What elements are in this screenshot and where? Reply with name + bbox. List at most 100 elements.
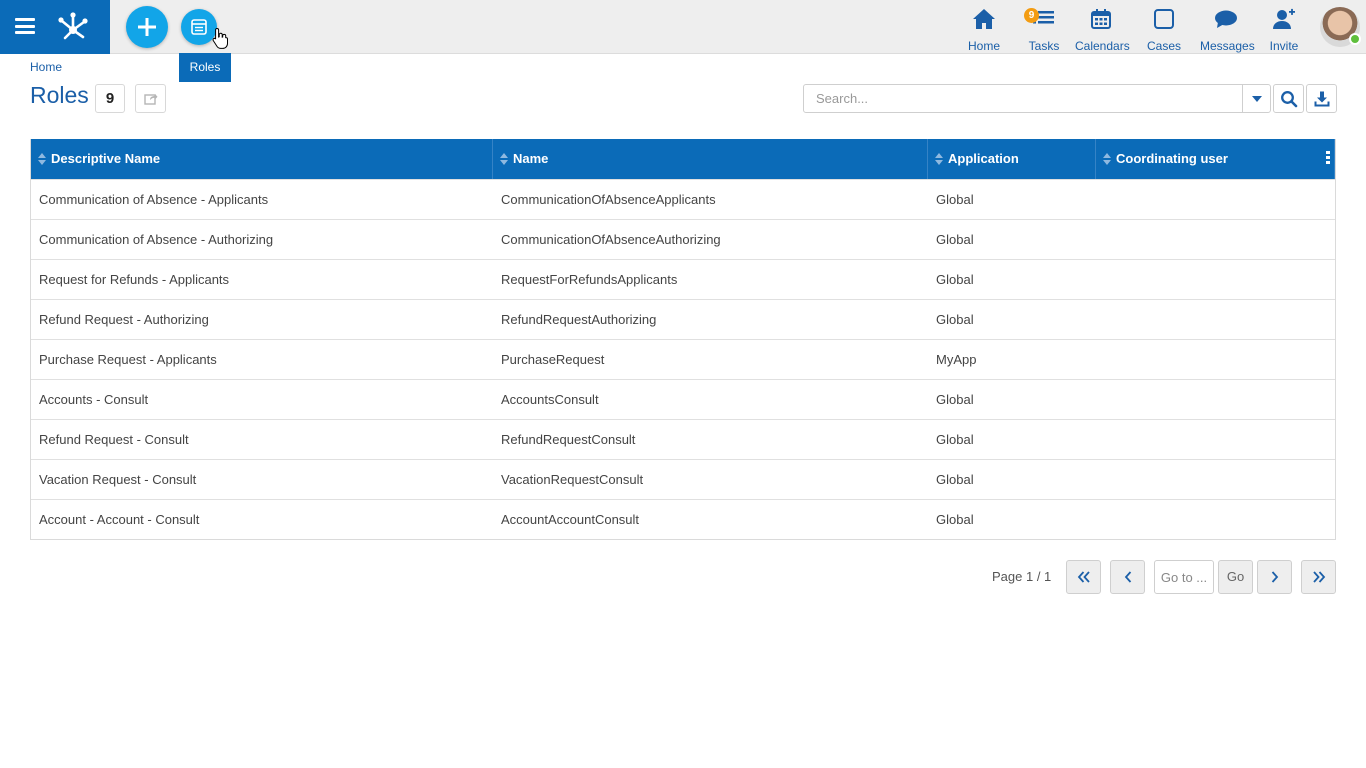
table-row[interactable]: Refund Request - Consult RefundRequestCo… (31, 419, 1335, 459)
table-row[interactable]: Vacation Request - Consult VacationReque… (31, 459, 1335, 499)
sort-icon (38, 153, 46, 165)
cell-name: CommunicationOfAbsenceApplicants (501, 192, 716, 207)
nav-messages[interactable]: Messages (1200, 6, 1255, 53)
online-status-icon (1349, 33, 1361, 45)
column-header-descriptive-name[interactable]: Descriptive Name (31, 139, 493, 179)
go-to-page-input[interactable] (1154, 560, 1214, 594)
column-header-name[interactable]: Name (493, 139, 928, 179)
cell-coordinating-user (1096, 500, 1335, 539)
chevron-right-icon (1271, 571, 1278, 583)
cell-coordinating-user (1096, 260, 1335, 299)
messages-icon (1215, 10, 1237, 28)
cell-descriptive-name: Request for Refunds - Applicants (39, 272, 230, 287)
sort-icon (1103, 153, 1111, 165)
previous-page-button[interactable] (1110, 560, 1145, 594)
cell-descriptive-name: Communication of Absence - Authorizing (39, 232, 274, 247)
cell-descriptive-name: Accounts - Consult (39, 392, 149, 407)
menu-icon[interactable] (15, 18, 35, 34)
search-icon (1280, 90, 1297, 107)
table-row[interactable]: Communication of Absence - Applicants Co… (31, 179, 1335, 219)
cell-application: Global (936, 272, 974, 287)
cell-coordinating-user (1096, 300, 1335, 339)
cell-coordinating-user (1096, 340, 1335, 379)
double-chevron-right-icon (1312, 571, 1325, 583)
cell-descriptive-name: Purchase Request - Applicants (39, 352, 217, 367)
chevron-left-icon (1124, 571, 1131, 583)
download-button[interactable] (1306, 84, 1337, 113)
cell-coordinating-user (1096, 460, 1335, 499)
cell-coordinating-user (1096, 420, 1335, 459)
cell-application: Global (936, 192, 974, 207)
cell-descriptive-name: Vacation Request - Consult (39, 472, 197, 487)
column-header-label: Application (948, 151, 1019, 166)
brand-area (0, 0, 110, 54)
search-box (803, 84, 1271, 113)
cell-name: VacationRequestConsult (501, 472, 644, 487)
cell-application: Global (936, 232, 974, 247)
logo-icon[interactable] (56, 10, 90, 42)
nav-tasks-label: Tasks (1028, 39, 1060, 53)
top-bar: Roles Home 9 Tasks Calendars Cases Messa… (0, 0, 1366, 82)
column-header-coordinating-user[interactable]: Coordinating user (1096, 139, 1335, 179)
table-row[interactable]: Request for Refunds - Applicants Request… (31, 259, 1335, 299)
page-title: Roles (30, 82, 89, 108)
home-icon (973, 9, 995, 29)
breadcrumb-home[interactable]: Home (30, 60, 62, 74)
cell-coordinating-user (1096, 220, 1335, 259)
nav-invite[interactable]: Invite (1267, 6, 1301, 53)
cell-coordinating-user (1096, 380, 1335, 419)
search-options-dropdown[interactable] (1242, 85, 1271, 112)
cell-name: RefundRequestAuthorizing (501, 312, 657, 327)
cell-name: AccountAccountConsult (501, 512, 640, 527)
nav-calendars[interactable]: Calendars (1075, 6, 1130, 53)
share-button[interactable] (135, 84, 166, 113)
cell-name: CommunicationOfAbsenceAuthorizing (501, 232, 721, 247)
nav-home-label: Home (967, 39, 1000, 53)
roles-table: Descriptive Name Name Application Coordi… (30, 139, 1336, 540)
nav-messages-label: Messages (1200, 39, 1255, 53)
tasks-badge: 9 (1024, 8, 1039, 23)
column-options-icon[interactable] (1326, 151, 1330, 166)
invite-icon (1273, 8, 1295, 29)
record-count: 9 (95, 84, 125, 113)
nav-cases[interactable]: Cases (1146, 6, 1182, 53)
cell-descriptive-name: Refund Request - Authorizing (39, 312, 209, 327)
table-row[interactable]: Communication of Absence - Authorizing C… (31, 219, 1335, 259)
cell-application: Global (936, 392, 974, 407)
add-button[interactable] (126, 6, 168, 48)
cell-application: Global (936, 512, 974, 527)
share-icon (144, 94, 158, 105)
cell-application: Global (936, 472, 974, 487)
sort-icon (500, 153, 508, 165)
next-page-button[interactable] (1257, 560, 1292, 594)
first-page-button[interactable] (1066, 560, 1101, 594)
table-row[interactable]: Account - Account - Consult AccountAccou… (31, 499, 1335, 539)
plus-icon (138, 18, 156, 36)
search-button[interactable] (1273, 84, 1304, 113)
last-page-button[interactable] (1301, 560, 1336, 594)
column-header-application[interactable]: Application (928, 139, 1096, 179)
nav-calendars-label: Calendars (1075, 39, 1130, 53)
download-icon (1314, 91, 1329, 106)
hand-cursor-icon (212, 27, 228, 49)
nav-invite-label: Invite (1269, 39, 1299, 53)
double-chevron-left-icon (1077, 571, 1090, 583)
cases-icon (1154, 9, 1174, 29)
roles-icon (191, 19, 207, 35)
table-row[interactable]: Accounts - Consult AccountsConsult Globa… (31, 379, 1335, 419)
cell-name: PurchaseRequest (501, 352, 605, 367)
nav-home[interactable]: Home (965, 6, 1003, 53)
search-input[interactable] (804, 85, 1242, 112)
nav-tasks[interactable]: 9 Tasks (1024, 6, 1063, 53)
cell-descriptive-name: Communication of Absence - Applicants (39, 192, 269, 207)
table-row[interactable]: Purchase Request - Applicants PurchaseRe… (31, 339, 1335, 379)
nav-cases-label: Cases (1146, 39, 1181, 53)
calendar-icon (1091, 9, 1111, 29)
page-indicator: Page 1 / 1 (992, 569, 1052, 584)
go-button[interactable]: Go (1218, 560, 1253, 594)
table-header: Descriptive Name Name Application Coordi… (31, 139, 1335, 179)
caret-down-icon (1252, 96, 1262, 102)
cell-name: RequestForRefundsApplicants (501, 272, 678, 287)
cell-application: Global (936, 312, 974, 327)
table-row[interactable]: Refund Request - Authorizing RefundReque… (31, 299, 1335, 339)
